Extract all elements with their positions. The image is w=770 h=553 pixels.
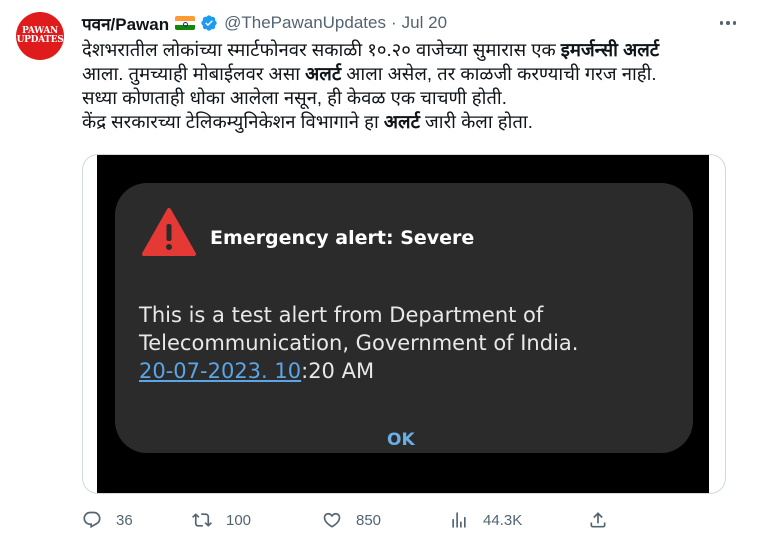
alert-message-line: 20-07-2023. 10:20 AM [139,357,679,385]
alert-message-line: Telecommunication, Government of India. [139,331,579,355]
emergency-alert-dialog: Emergency alert: Severe This is a test a… [115,183,693,453]
tweet-date[interactable]: Jul 20 [402,13,447,33]
alert-message: This is a test alert from Department of … [139,301,679,385]
tweet-bold-segment: इमर्जन्सी अलर्ट [560,39,660,60]
like-button[interactable]: 850 [322,508,381,532]
separator-dot: · [390,13,397,32]
alert-ok-button: OK [387,430,415,450]
avatar-logo-text: PAWAN UPDATES [16,26,64,45]
tweet-line: देशभरातील लोकांच्या स्मार्टफोनवर सकाळी १… [82,38,742,62]
alert-date-link: 20-07-2023. 10 [139,359,302,383]
india-flag-icon [175,16,196,30]
avatar[interactable]: PAWAN UPDATES [16,12,64,60]
reply-icon [83,511,101,529]
retweet-icon [192,513,212,527]
tweet-line: केंद्र सरकारच्या टेलिकम्युनिकेशन विभागान… [82,110,742,134]
views-count: 44.3K [483,511,523,529]
alert-time-text: :20 AM [301,359,375,383]
tweet-bold-segment: अलर्ट [305,63,342,84]
tweet-text: देशभरातील लोकांच्या स्मार्टफोनवर सकाळी १… [82,38,742,134]
tweet-text-segment: आला असेल, तर काळजी करण्याची गरज नाही. [341,63,657,84]
alert-message-line: This is a test alert from Department of [139,303,544,327]
warning-triangle-icon [142,208,196,256]
tweet-text-segment: केंद्र सरकारच्या टेलिकम्युनिकेशन विभागान… [82,111,384,132]
views-button[interactable]: 44.3K [449,508,522,532]
share-button[interactable] [588,508,622,532]
user-handle[interactable]: @ThePawanUpdates [224,13,386,33]
tweet-actions: 36 100 850 44.3K [82,508,622,532]
retweet-button[interactable]: 100 [192,508,251,532]
share-icon [590,512,606,528]
reply-button[interactable]: 36 [82,508,133,532]
heart-icon [323,512,341,528]
tweet-text-segment: देशभरातील लोकांच्या स्मार्टफोनवर सकाळी १… [82,39,561,60]
tweet-bold-segment: अलर्ट [383,111,420,132]
tweet-header: पवन/Pawan @ThePawanUpdates · Jul 20 [82,12,447,34]
like-count: 850 [356,511,382,529]
verified-badge-icon[interactable] [200,14,218,32]
views-chart-icon [452,512,466,528]
tweet-line: सध्या कोणताही धोका आलेला नसून, ही केवळ ए… [82,87,507,108]
display-name[interactable]: पवन/Pawan [82,12,169,35]
tweet-text-segment: आला. तुमच्याही मोबाईलवर असा [82,63,306,84]
retweet-count: 100 [226,511,252,529]
more-options-icon[interactable] [716,12,740,34]
tweet-line: आला. तुमच्याही मोबाईलवर असा अलर्ट आला अस… [82,62,742,86]
tweet-media-image[interactable]: Emergency alert: Severe This is a test a… [82,154,726,494]
phone-screenshot: Emergency alert: Severe This is a test a… [97,155,709,493]
alert-title: Emergency alert: Severe [210,227,475,249]
tweet-text-segment: जारी केला होता. [419,111,533,132]
reply-count: 36 [116,511,133,529]
